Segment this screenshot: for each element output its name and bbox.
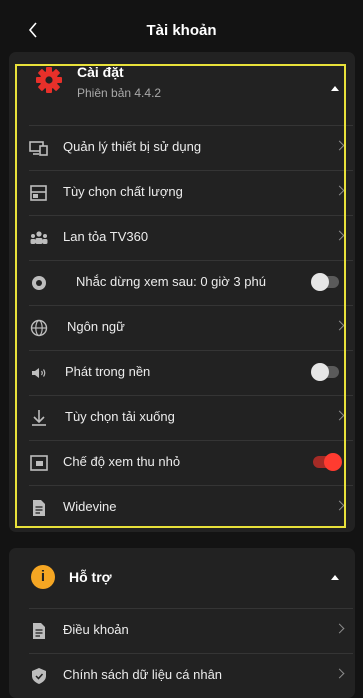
row-label: Tùy chọn tải xuống [65, 409, 175, 424]
pip-icon [30, 455, 48, 471]
info-icon: i [31, 565, 55, 589]
support-title: Hỗ trợ [69, 569, 112, 585]
row-label: Tùy chọn chất lượng [63, 184, 183, 199]
row-label: Phát trong nền [65, 364, 151, 379]
settings-row-widevine[interactable]: Widevine [29, 485, 353, 530]
row-label: Quản lý thiết bị sử dụng [63, 139, 202, 154]
speaker-icon [32, 368, 46, 378]
row-label: Chính sách dữ liệu cá nhân [63, 667, 223, 682]
timer-icon [32, 276, 46, 290]
page-title: Tài khoản [146, 22, 217, 39]
download-icon [32, 410, 46, 426]
collapse-caret-icon[interactable] [331, 86, 339, 91]
stop-reminder-toggle[interactable] [311, 273, 339, 291]
chevron-right-icon [334, 410, 345, 421]
quality-icon [30, 185, 47, 201]
row-label: Chế độ xem thu nhỏ [63, 454, 181, 469]
settings-row-quality[interactable]: Tùy chọn chất lượng [29, 170, 353, 215]
settings-row-download[interactable]: Tùy chọn tải xuống [29, 395, 353, 440]
collapse-caret-icon[interactable] [331, 575, 339, 580]
globe-icon [30, 319, 48, 337]
share-people-icon [30, 231, 48, 244]
chevron-right-icon [334, 230, 345, 241]
support-section: i Hỗ trợ Điều khoản Chính sách dữ liệu c… [9, 548, 355, 698]
support-row-privacy[interactable]: Chính sách dữ liệu cá nhân [29, 653, 353, 698]
chevron-right-icon [334, 500, 345, 511]
chevron-right-icon [334, 140, 345, 151]
chevron-right-icon [334, 185, 345, 196]
mini-player-toggle[interactable] [313, 453, 342, 471]
settings-title: Cài đặt [77, 64, 124, 80]
settings-row-share[interactable]: Lan tỏa TV360 [29, 215, 353, 260]
version-text: Phiên bản 4.4.2 [77, 86, 162, 100]
chevron-right-icon [334, 623, 345, 634]
document-icon [33, 500, 45, 516]
settings-row-devices[interactable]: Quản lý thiết bị sử dụng [29, 125, 353, 170]
settings-row-background-play[interactable]: Phát trong nền [29, 350, 353, 395]
gear-icon [36, 67, 62, 93]
chevron-right-icon [334, 320, 345, 331]
row-label: Điều khoản [63, 622, 129, 637]
row-label: Ngôn ngữ [67, 319, 125, 334]
document-icon [33, 623, 45, 639]
row-label: Nhắc dừng xem sau: 0 giờ 3 phú [76, 274, 266, 289]
devices-icon [29, 141, 48, 156]
settings-row-stop-reminder[interactable]: Nhắc dừng xem sau: 0 giờ 3 phú [29, 260, 353, 305]
chevron-right-icon [334, 668, 345, 679]
support-header[interactable]: i Hỗ trợ [9, 548, 355, 608]
row-label: Lan tỏa TV360 [63, 229, 149, 244]
support-row-terms[interactable]: Điều khoản [29, 608, 353, 653]
settings-header[interactable]: Cài đặt Phiên bản 4.4.2 [9, 52, 355, 124]
settings-row-language[interactable]: Ngôn ngữ [29, 305, 353, 350]
settings-row-mini-player[interactable]: Chế độ xem thu nhỏ [29, 440, 353, 485]
shield-icon [32, 668, 46, 684]
settings-section: Cài đặt Phiên bản 4.4.2 Quản lý thiết bị… [9, 52, 355, 532]
row-label: Widevine [63, 499, 117, 514]
background-play-toggle[interactable] [311, 363, 339, 381]
